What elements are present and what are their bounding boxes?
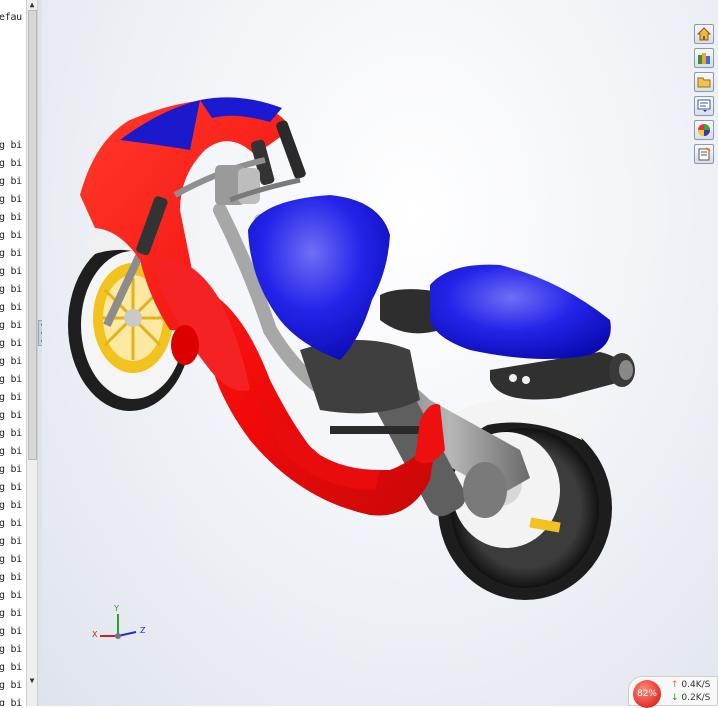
library-icon[interactable] bbox=[694, 48, 714, 68]
download-rate-value: 0.2K/S bbox=[681, 693, 711, 703]
network-monitor[interactable]: 82% ↑ 0.4K/S ↓ 0.2K/S bbox=[628, 676, 718, 708]
graphics-viewport[interactable]: Y X Z bbox=[42, 0, 718, 706]
tree-row[interactable]: g bi bbox=[0, 410, 22, 422]
tree-row[interactable]: g bi bbox=[0, 194, 22, 206]
tree-row[interactable]: g bi bbox=[0, 302, 22, 314]
tree-row[interactable]: g bi bbox=[0, 482, 22, 494]
tree-row[interactable]: g bi bbox=[0, 662, 22, 674]
exhaust-pipe bbox=[490, 352, 635, 400]
triad-z-label: Z bbox=[140, 626, 146, 635]
tree-row[interactable]: g bi bbox=[0, 572, 22, 584]
tree-row[interactable]: g bi bbox=[0, 446, 22, 458]
tree-top-text: efau bbox=[0, 12, 22, 23]
coordinate-triad: Y X Z bbox=[90, 604, 150, 652]
tree-row[interactable]: g bi bbox=[0, 392, 22, 404]
tree-row[interactable]: g bi bbox=[0, 428, 22, 440]
tree-row[interactable]: g bi bbox=[0, 266, 22, 278]
tree-row[interactable]: g bi bbox=[0, 176, 22, 188]
triad-y-label: Y bbox=[114, 604, 119, 613]
tree-row[interactable]: g bi bbox=[0, 320, 22, 332]
scroll-down-arrow-icon[interactable]: ▼ bbox=[27, 676, 37, 686]
network-usage-percent: 82% bbox=[633, 680, 661, 708]
tree-row[interactable]: g bi bbox=[0, 464, 22, 476]
appearance-icon[interactable] bbox=[694, 120, 714, 140]
tree-row[interactable]: g bi bbox=[0, 356, 22, 368]
feature-tree-panel: efau g bi g bi g bi g bi g bi g bi g bi g bi g b… bbox=[0, 0, 26, 706]
tree-row[interactable]: g bi bbox=[0, 248, 22, 260]
motorcycle-model[interactable] bbox=[42, 0, 718, 706]
tree-row[interactable]: g bi bbox=[0, 554, 22, 566]
tree-row[interactable]: g bi bbox=[0, 536, 22, 548]
tree-row[interactable]: g bi bbox=[0, 644, 22, 656]
triad-x-label: X bbox=[92, 630, 98, 639]
tree-row[interactable]: g bi bbox=[0, 140, 22, 152]
upload-rate: ↑ 0.4K/S bbox=[671, 680, 710, 690]
tree-row[interactable]: g bi bbox=[0, 374, 22, 386]
tree-row[interactable]: g bi bbox=[0, 518, 22, 530]
view-palette-icon[interactable] bbox=[694, 96, 714, 116]
tree-row[interactable]: g bi bbox=[0, 500, 22, 512]
folder-icon[interactable] bbox=[694, 72, 714, 92]
tree-row[interactable]: g bi bbox=[0, 698, 22, 706]
tree-row[interactable]: g bi bbox=[0, 608, 22, 620]
tree-row[interactable]: g bi bbox=[0, 158, 22, 170]
tree-row[interactable]: g bi bbox=[0, 230, 22, 242]
custom-properties-icon[interactable] bbox=[694, 144, 714, 164]
task-pane-tabs bbox=[694, 24, 716, 168]
tree-row[interactable]: g bi bbox=[0, 284, 22, 296]
tree-row[interactable]: g bi bbox=[0, 680, 22, 692]
upload-arrow-icon: ↑ bbox=[671, 680, 679, 690]
feature-tree-scrollbar[interactable]: ▲ ▼ bbox=[26, 0, 38, 706]
engine bbox=[300, 340, 420, 414]
seat bbox=[248, 195, 611, 360]
upload-rate-value: 0.4K/S bbox=[681, 680, 711, 690]
scroll-up-arrow-icon[interactable]: ▲ bbox=[27, 0, 37, 10]
tree-row[interactable]: g bi bbox=[0, 590, 22, 602]
tree-row[interactable]: g bi bbox=[0, 212, 22, 224]
home-icon[interactable] bbox=[694, 24, 714, 44]
download-arrow-icon: ↓ bbox=[671, 693, 679, 703]
tree-row[interactable]: g bi bbox=[0, 626, 22, 638]
tree-row[interactable]: g bi bbox=[0, 338, 22, 350]
scroll-thumb[interactable] bbox=[28, 10, 37, 460]
download-rate: ↓ 0.2K/S bbox=[671, 693, 710, 703]
